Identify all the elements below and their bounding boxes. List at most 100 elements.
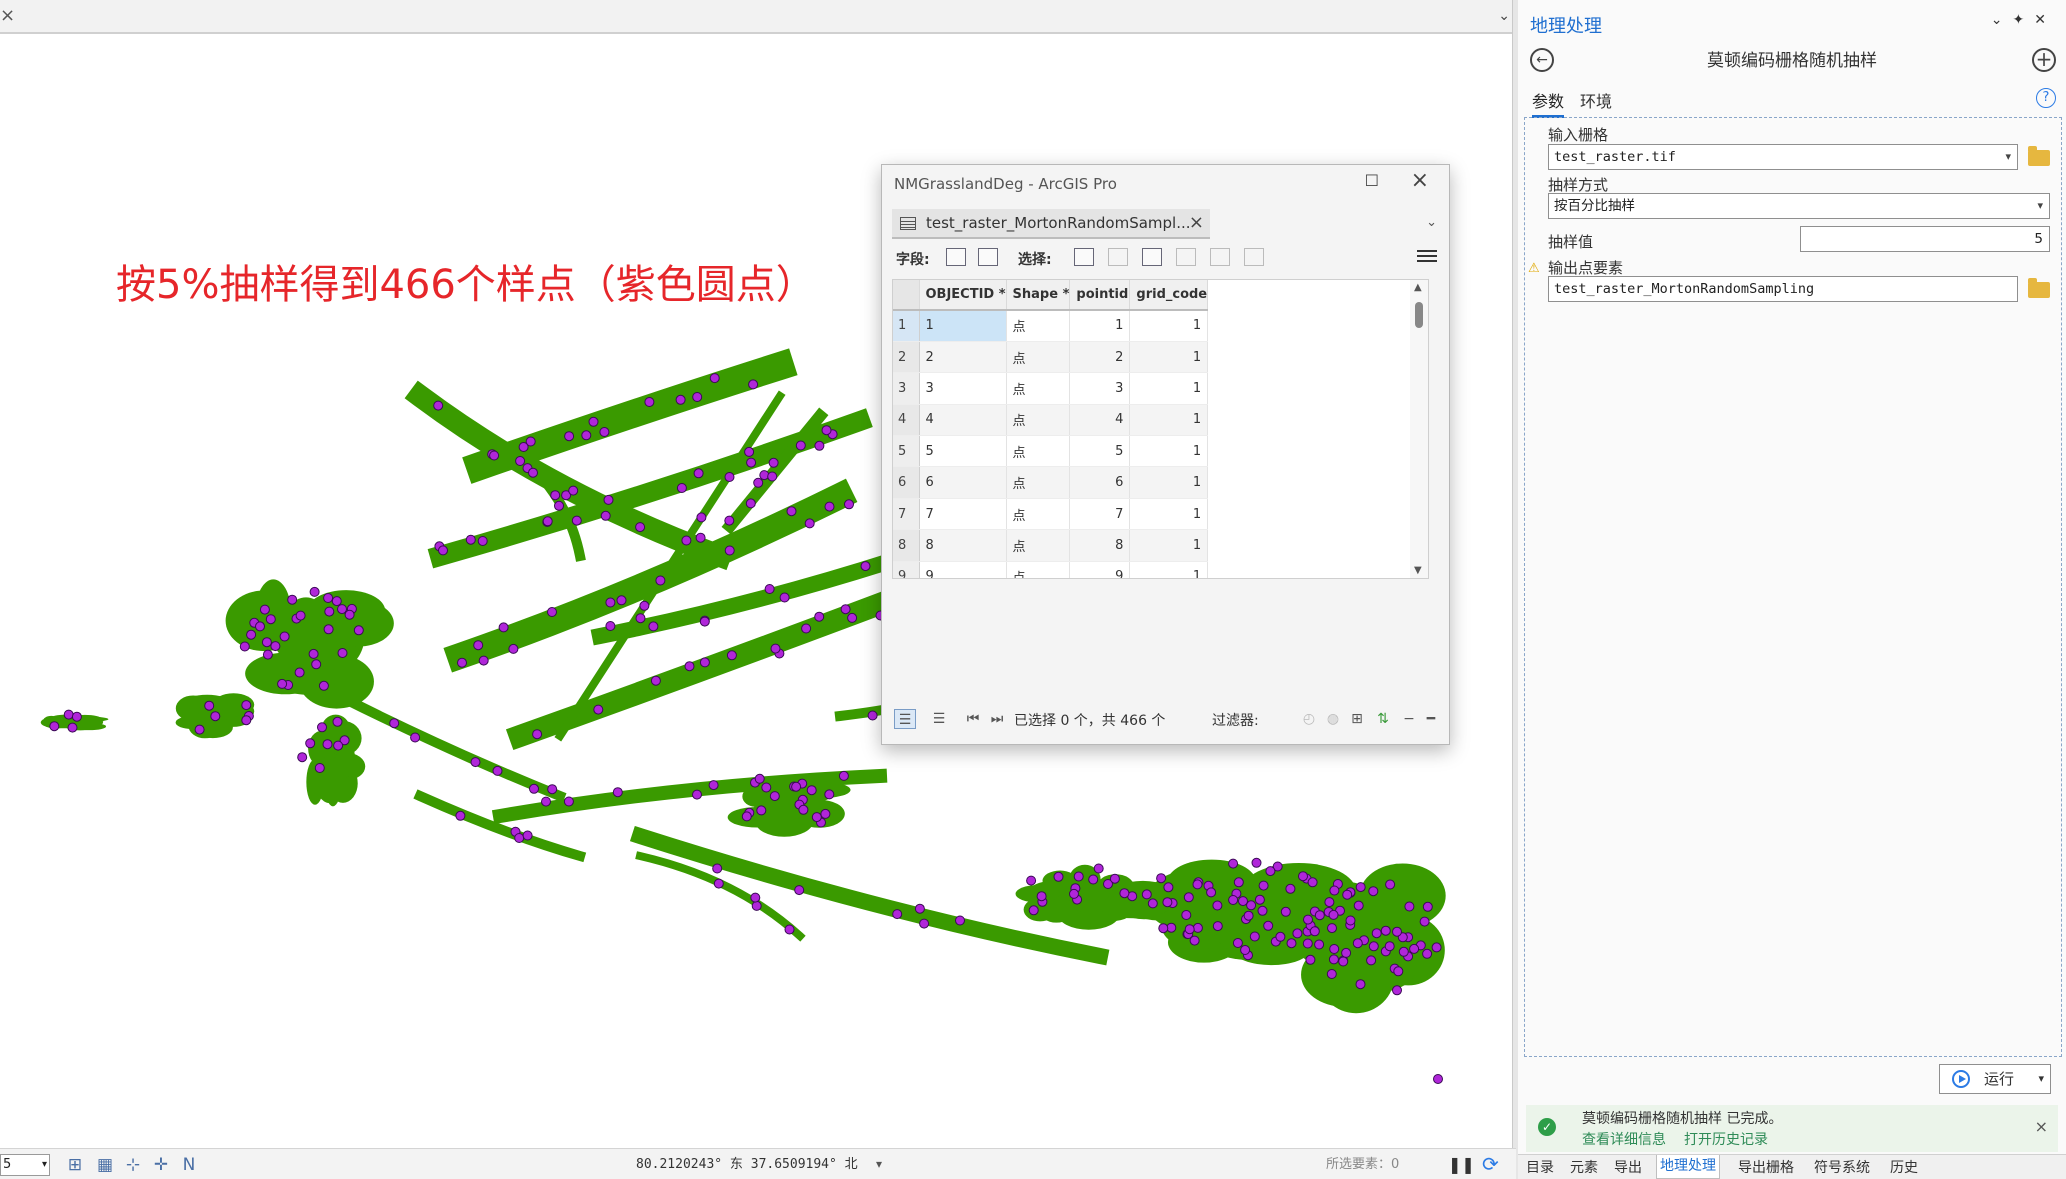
row-number[interactable]: 4 (893, 404, 920, 437)
row-number-header[interactable] (893, 280, 920, 311)
sample-point[interactable] (67, 722, 78, 733)
sample-point[interactable] (1393, 966, 1404, 977)
sample-point[interactable] (498, 622, 509, 633)
sample-point[interactable] (612, 787, 623, 798)
sample-point[interactable] (1324, 897, 1335, 908)
cell-shape[interactable]: 点 (1006, 529, 1071, 562)
sample-point[interactable] (353, 625, 364, 636)
scroll-up-icon[interactable]: ▲ (1414, 282, 1422, 293)
sample-point[interactable] (1353, 900, 1364, 911)
list-view-icon[interactable]: ☰ (894, 709, 916, 729)
sample-point[interactable] (311, 659, 322, 670)
sample-point[interactable] (473, 640, 484, 651)
sample-value-field[interactable]: 5 (1800, 226, 2050, 252)
calculate-field-icon[interactable] (978, 248, 998, 266)
sample-point[interactable] (1147, 898, 1158, 909)
sample-point[interactable] (525, 436, 536, 447)
table-row[interactable]: 66点61 (893, 466, 1209, 499)
sample-point[interactable] (1162, 897, 1173, 908)
sample-point[interactable] (784, 924, 795, 935)
sample-point[interactable] (635, 613, 646, 624)
chevron-down-icon[interactable]: ⌄ (1426, 215, 1437, 230)
sample-point[interactable] (693, 468, 704, 479)
sample-point[interactable] (1314, 910, 1325, 921)
cell-objectid[interactable]: 2 (919, 341, 1007, 374)
sample-point[interactable] (605, 621, 616, 631)
sample-point[interactable] (1302, 938, 1313, 949)
sample-point[interactable] (265, 614, 276, 625)
sample-point[interactable] (1303, 914, 1313, 925)
cell-shape[interactable]: 点 (1006, 561, 1071, 578)
definition-filter-icon[interactable]: ⊞ (1346, 709, 1368, 729)
cell-shape[interactable]: 点 (1006, 372, 1071, 405)
open-history-link[interactable]: 打开历史记录 (1684, 1129, 1768, 1149)
output-features-field[interactable]: test_raster_MortonRandomSampling (1548, 276, 2018, 302)
sample-point[interactable] (1345, 915, 1356, 926)
sample-point[interactable] (1341, 947, 1352, 958)
sample-point[interactable] (746, 457, 757, 468)
sample-point[interactable] (726, 650, 737, 661)
row-number[interactable]: 5 (893, 435, 920, 468)
folder-icon[interactable] (2028, 146, 2050, 166)
sample-point[interactable] (1069, 888, 1079, 899)
sample-point[interactable] (246, 629, 257, 640)
sample-point[interactable] (489, 450, 500, 461)
sample-point[interactable] (1251, 857, 1262, 868)
sample-point[interactable] (1355, 882, 1366, 893)
sample-point[interactable] (754, 773, 765, 784)
sample-point[interactable] (655, 575, 666, 586)
sample-point[interactable] (331, 596, 342, 607)
scroll-thumb[interactable] (1415, 302, 1423, 328)
sample-point[interactable] (593, 704, 604, 715)
sample-point[interactable] (529, 783, 539, 794)
sample-point[interactable] (1392, 985, 1402, 996)
cell-pointid[interactable]: 4 (1069, 404, 1131, 437)
sample-point[interactable] (1384, 941, 1395, 952)
delete-selection-icon[interactable] (1210, 248, 1230, 266)
tab-environments[interactable]: 环境 (1580, 88, 1612, 112)
sample-point[interactable] (786, 506, 797, 517)
sample-point[interactable] (753, 477, 764, 488)
sample-point[interactable] (547, 607, 557, 617)
cell-shape[interactable]: 点 (1006, 498, 1071, 531)
sample-point[interactable] (779, 592, 790, 603)
sample-point[interactable] (791, 781, 802, 792)
sample-point[interactable] (1212, 900, 1223, 911)
sample-point[interactable] (239, 641, 250, 652)
sample-point[interactable] (814, 440, 825, 451)
cell-shape[interactable]: 点 (1006, 435, 1071, 468)
sample-point[interactable] (1371, 928, 1382, 939)
cell-pointid[interactable]: 9 (1069, 561, 1131, 578)
sample-point[interactable] (1238, 896, 1248, 907)
sample-point[interactable] (410, 732, 421, 743)
sample-point[interactable] (1368, 886, 1379, 897)
row-number[interactable]: 7 (893, 498, 920, 531)
sample-point[interactable] (317, 722, 327, 733)
sample-point[interactable] (455, 810, 466, 821)
sample-point[interactable] (681, 535, 692, 546)
table-row[interactable]: 44点41 (893, 404, 1209, 437)
sample-point[interactable] (1326, 969, 1337, 979)
sample-point[interactable] (798, 804, 809, 815)
sample-point[interactable] (522, 830, 533, 841)
table-row[interactable]: 99点91 (893, 561, 1209, 578)
sample-point[interactable] (770, 643, 781, 654)
sample-point[interactable] (541, 796, 551, 807)
add-field-icon[interactable] (946, 248, 966, 266)
cell-pointid[interactable]: 5 (1069, 435, 1131, 468)
sample-point[interactable] (241, 700, 252, 711)
sample-point[interactable] (324, 606, 335, 617)
cell-shape[interactable]: 点 (1006, 341, 1071, 374)
cell-objectid[interactable]: 9 (919, 561, 1007, 578)
selection-filter-icon[interactable]: ◍ (1322, 709, 1344, 729)
sample-point[interactable] (1329, 885, 1340, 896)
table-icon[interactable]: ▦ (94, 1154, 116, 1176)
sample-point[interactable] (635, 522, 646, 533)
sample-point[interactable] (1342, 889, 1353, 900)
sample-point[interactable] (695, 532, 706, 543)
chevron-down-icon[interactable]: ▾ (2038, 1065, 2044, 1093)
tab-catalog[interactable]: 目录 (1526, 1157, 1554, 1177)
sample-point[interactable] (639, 600, 650, 611)
sample-point[interactable] (745, 498, 756, 509)
row-number[interactable]: 8 (893, 529, 920, 562)
